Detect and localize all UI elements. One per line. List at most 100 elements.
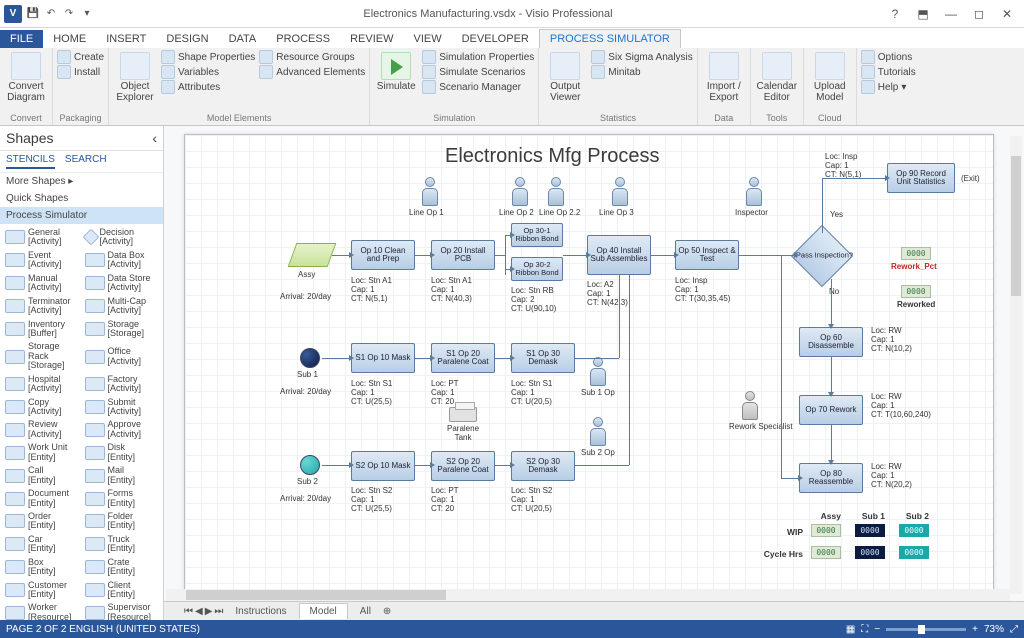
- op80-box[interactable]: Op 80 Reassemble: [799, 463, 863, 493]
- shape-item[interactable]: Storage Rack[Storage]: [2, 340, 82, 372]
- zoom-in-icon[interactable]: +: [972, 624, 978, 635]
- diagram-title[interactable]: Electronics Mfg Process: [445, 145, 660, 168]
- shape-item[interactable]: Hospital[Activity]: [2, 373, 82, 396]
- variables-button[interactable]: Variables: [161, 65, 255, 79]
- minitab-button[interactable]: Minitab: [591, 65, 692, 79]
- sub1-start[interactable]: [300, 348, 320, 368]
- shape-item[interactable]: Review[Activity]: [2, 418, 82, 441]
- op50-box[interactable]: Op 50 Inspect & Test: [675, 240, 739, 270]
- nav-last-icon[interactable]: ⏭: [214, 606, 223, 617]
- reworked-display[interactable]: 0000: [901, 285, 931, 298]
- tab-home[interactable]: HOME: [43, 30, 96, 48]
- tab-developer[interactable]: DEVELOPER: [452, 30, 539, 48]
- shape-item[interactable]: Data Box[Activity]: [82, 249, 162, 272]
- horizontal-scrollbar[interactable]: [166, 589, 1010, 601]
- shape-item[interactable]: Crate[Entity]: [82, 556, 162, 579]
- pass-inspection-decision[interactable]: Pass Inspection?: [791, 225, 853, 287]
- rework-specialist-icon[interactable]: [741, 391, 759, 420]
- quick-shapes-link[interactable]: Quick Shapes: [0, 190, 163, 207]
- ribbon-collapse-icon[interactable]: ⬒: [910, 7, 936, 21]
- shape-item[interactable]: Work Unit[Entity]: [2, 441, 82, 464]
- shape-item[interactable]: Worker[Resource]: [2, 601, 82, 620]
- shape-item[interactable]: General[Activity]: [2, 226, 82, 249]
- fit-page-icon[interactable]: ⛶: [861, 624, 868, 635]
- resource-groups-button[interactable]: Resource Groups: [259, 50, 365, 64]
- shape-item[interactable]: Decision[Activity]: [82, 226, 162, 249]
- shape-item[interactable]: Truck[Entity]: [82, 533, 162, 556]
- calendar-editor-button[interactable]: Calendar Editor: [755, 50, 799, 105]
- shape-item[interactable]: Data Store[Activity]: [82, 272, 162, 295]
- nav-prev-icon[interactable]: ◀: [195, 606, 203, 617]
- nav-next-icon[interactable]: ▶: [205, 606, 213, 617]
- tab-data[interactable]: DATA: [219, 30, 267, 48]
- shape-item[interactable]: Customer[Entity]: [2, 579, 82, 602]
- shape-item[interactable]: Call[Entity]: [2, 464, 82, 487]
- op10-box[interactable]: Op 10 Clean and Prep: [351, 240, 415, 270]
- zoom-slider[interactable]: [886, 628, 966, 631]
- sub1-op-icon[interactable]: [589, 357, 607, 386]
- shape-list[interactable]: General[Activity]Decision[Activity]Event…: [0, 224, 163, 620]
- cycle-assy[interactable]: 0000: [811, 546, 841, 559]
- shape-item[interactable]: Car[Entity]: [2, 533, 82, 556]
- line-op-1-icon[interactable]: [421, 177, 439, 206]
- line-op-2-icon[interactable]: [511, 177, 529, 206]
- shape-item[interactable]: Order[Entity]: [2, 510, 82, 533]
- qat-save-icon[interactable]: 💾: [26, 7, 40, 21]
- simulate-button[interactable]: Simulate: [374, 50, 418, 95]
- shape-item[interactable]: Folder[Entity]: [82, 510, 162, 533]
- tab-file[interactable]: FILE: [0, 30, 43, 48]
- shape-item[interactable]: Box[Entity]: [2, 556, 82, 579]
- paralene-tank-shape[interactable]: [449, 407, 477, 422]
- close-icon[interactable]: ✕: [994, 7, 1020, 21]
- shapes-collapse-icon[interactable]: ‹: [152, 130, 157, 146]
- zoom-percent[interactable]: 73%: [984, 624, 1004, 635]
- tab-process[interactable]: PROCESS: [266, 30, 340, 48]
- minimize-icon[interactable]: —: [938, 7, 964, 21]
- s2op10-box[interactable]: S2 Op 10 Mask: [351, 451, 415, 481]
- wip-assy[interactable]: 0000: [811, 524, 841, 537]
- advanced-elements-button[interactable]: Advanced Elements: [259, 65, 365, 79]
- presentation-mode-icon[interactable]: ▦: [846, 624, 855, 635]
- wip-sub1[interactable]: 0000: [855, 524, 885, 537]
- sheet-all[interactable]: All: [350, 604, 381, 619]
- shape-item[interactable]: Event[Activity]: [2, 249, 82, 272]
- op40-box[interactable]: Op 40 Install Sub Assemblies: [587, 235, 651, 275]
- sheet-model[interactable]: Model: [299, 603, 348, 619]
- s2op30-box[interactable]: S2 Op 30 Demask: [511, 451, 575, 481]
- op60-box[interactable]: Op 60 Disassemble: [799, 327, 863, 357]
- drawing-canvas[interactable]: Electronics Mfg Process Assy Arrival: 20…: [184, 134, 994, 594]
- shape-item[interactable]: Mail[Entity]: [82, 464, 162, 487]
- shapes-tab-search[interactable]: SEARCH: [65, 154, 107, 169]
- shape-item[interactable]: Submit[Activity]: [82, 396, 162, 419]
- shape-item[interactable]: Factory[Activity]: [82, 373, 162, 396]
- shape-item[interactable]: Client[Entity]: [82, 579, 162, 602]
- import-export-button[interactable]: Import / Export: [702, 50, 746, 105]
- simulate-scenarios-button[interactable]: Simulate Scenarios: [422, 65, 534, 79]
- help-button[interactable]: Help▾: [861, 80, 916, 94]
- qat-redo-icon[interactable]: ↷: [62, 7, 76, 21]
- options-button[interactable]: Options: [861, 50, 916, 64]
- shape-item[interactable]: Forms[Entity]: [82, 487, 162, 510]
- s2op20-box[interactable]: S2 Op 20 Paralene Coat: [431, 451, 495, 481]
- install-button[interactable]: Install: [57, 65, 104, 79]
- cycle-sub2[interactable]: 0000: [899, 546, 929, 559]
- fit-window-icon[interactable]: ⤢: [1010, 624, 1018, 635]
- create-button[interactable]: Create: [57, 50, 104, 64]
- op90-box[interactable]: Op 90 Record Unit Statistics: [887, 163, 955, 193]
- shape-item[interactable]: Office[Activity]: [82, 340, 162, 372]
- shape-item[interactable]: Terminator[Activity]: [2, 295, 82, 318]
- tutorials-button[interactable]: Tutorials: [861, 65, 916, 79]
- line-op-2-2-icon[interactable]: [547, 177, 565, 206]
- sheet-instructions[interactable]: Instructions: [225, 604, 296, 619]
- output-viewer-button[interactable]: Output Viewer: [543, 50, 587, 105]
- six-sigma-button[interactable]: Six Sigma Analysis: [591, 50, 692, 64]
- shape-item[interactable]: Disk[Entity]: [82, 441, 162, 464]
- simulation-properties-button[interactable]: Simulation Properties: [422, 50, 534, 64]
- scenario-manager-button[interactable]: Scenario Manager: [422, 80, 534, 94]
- shape-item[interactable]: Document[Entity]: [2, 487, 82, 510]
- op70-box[interactable]: Op 70 Rework: [799, 395, 863, 425]
- op20-box[interactable]: Op 20 Install PCB: [431, 240, 495, 270]
- more-shapes-link[interactable]: More Shapes ▸: [0, 173, 163, 190]
- upload-model-button[interactable]: Upload Model: [808, 50, 852, 105]
- tab-design[interactable]: DESIGN: [156, 30, 218, 48]
